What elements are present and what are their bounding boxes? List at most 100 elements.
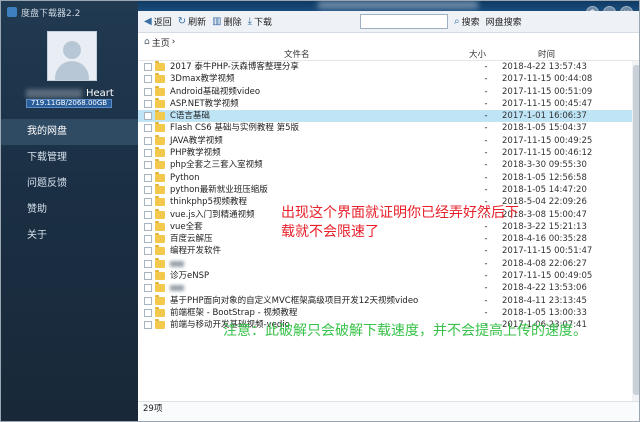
item-count: 29项 xyxy=(143,404,163,414)
table-row[interactable]: PHP教学视频 - 2017-11-15 00:46:12 xyxy=(138,147,639,159)
file-name: Android基础视频video xyxy=(170,86,261,97)
table-row[interactable]: python最新就业班压缩版 - 2018-1-05 14:47:20 xyxy=(138,183,639,196)
row-checkbox[interactable] xyxy=(144,63,152,71)
folder-icon xyxy=(155,183,165,194)
sidebar-item-about[interactable]: 关于 xyxy=(1,223,138,249)
row-checkbox[interactable] xyxy=(144,235,152,244)
column-name[interactable]: 文件名 xyxy=(284,49,310,61)
table-row[interactable]: 诊万eNSP - 2017-11-15 00:49:05 xyxy=(138,270,639,282)
table-row[interactable]: - 2018-4-22 13:53:06 xyxy=(138,282,639,294)
file-time: 2017-1-01 16:06:37 xyxy=(502,111,587,122)
folder-icon xyxy=(155,85,165,96)
folder-icon xyxy=(155,208,165,219)
avatar-body-icon xyxy=(55,61,89,80)
search-input[interactable] xyxy=(360,14,449,29)
username-redacted xyxy=(26,88,82,98)
file-size: - xyxy=(484,246,488,257)
row-checkbox[interactable] xyxy=(144,321,152,330)
row-checkbox[interactable] xyxy=(144,284,152,293)
scrollbar[interactable] xyxy=(632,61,639,401)
sidebar-item-my-netdisk[interactable]: 我的网盘 xyxy=(1,119,138,145)
table-row[interactable]: 基于PHP面向对象的自定义MVC框架高级项目开发12天视频video - 2018-… xyxy=(138,294,639,307)
file-name: JAVA教学视频 xyxy=(170,135,223,146)
file-name: Flash CS6 基础与实例教程 第5版 xyxy=(170,123,300,134)
file-time: 2018-1-05 15:04:37 xyxy=(502,123,587,134)
row-checkbox[interactable] xyxy=(144,75,152,84)
home-icon: ⌂ xyxy=(144,37,150,47)
row-checkbox[interactable] xyxy=(144,112,152,121)
column-size[interactable]: 大小 xyxy=(469,49,486,61)
delete-label: 删除 xyxy=(223,18,242,28)
sidebar-item-download-manager[interactable]: 下载管理 xyxy=(1,145,138,171)
table-row[interactable]: C语言基础 - 2017-1-01 16:06:37 xyxy=(138,110,639,123)
scrollbar-thumb[interactable] xyxy=(633,65,639,395)
table-row[interactable]: 编程开发软件 - 2017-11-15 00:51:47 xyxy=(138,245,639,257)
sidebar-item-feedback[interactable]: 问题反馈 xyxy=(1,171,138,197)
file-name: ASP.NET教学视频 xyxy=(170,98,239,109)
row-checkbox[interactable] xyxy=(144,161,152,170)
row-checkbox[interactable] xyxy=(144,296,152,305)
file-list: 2017 泰牛PHP-沃森博客整理分享 -2018-4-22 13:57:43 3D… xyxy=(138,61,639,332)
sidebar: 度盘下载器2.2 Heart 719.11GB/2068.00GB 我的网盘 下… xyxy=(1,1,138,421)
row-checkbox[interactable] xyxy=(144,136,152,145)
refresh-icon: ↻ xyxy=(177,16,187,27)
file-name: python最新就业班压缩版 xyxy=(170,184,268,195)
folder-icon xyxy=(155,122,165,133)
table-row[interactable]: 2017 泰牛PHP-沃森博客整理分享 - 2018-4-22 13:57:43 xyxy=(138,61,639,73)
row-checkbox[interactable] xyxy=(144,210,152,219)
row-checkbox[interactable] xyxy=(144,222,152,231)
table-row[interactable]: ASP.NET教学视频 - 2017-11-15 00:45:47 xyxy=(138,97,639,110)
table-row[interactable]: - 2018-4-08 22:06:27 xyxy=(138,257,639,270)
netdisk-search-button[interactable]: 网盘搜索 xyxy=(486,15,522,28)
download-button[interactable]: ⤓ 下载 xyxy=(248,15,272,28)
file-name: vue全套 xyxy=(170,221,203,232)
file-size: - xyxy=(484,160,488,171)
search-button[interactable]: ⌕ 搜索 xyxy=(454,15,480,28)
table-row[interactable]: Python - 2018-1-05 12:56:58 xyxy=(138,171,639,184)
row-checkbox[interactable] xyxy=(144,124,152,133)
row-checkbox[interactable] xyxy=(144,173,152,182)
file-time: 2017-11-15 00:44:08 xyxy=(502,74,593,85)
column-time[interactable]: 时间 xyxy=(538,49,555,61)
file-size: - xyxy=(484,258,488,269)
folder-icon xyxy=(155,110,165,121)
back-button[interactable]: ◀ 返回 xyxy=(144,15,172,28)
file-time: 2018-1-05 12:56:58 xyxy=(502,172,587,183)
folder-icon xyxy=(155,282,165,293)
file-name: Python xyxy=(170,172,200,183)
folder-icon xyxy=(155,196,165,207)
row-checkbox[interactable] xyxy=(144,198,152,207)
table-row[interactable]: 3Dmax教学视频 - 2017-11-15 00:44:08 xyxy=(138,73,639,85)
table-row[interactable]: JAVA教学视频 - 2017-11-15 00:49:25 xyxy=(138,134,639,147)
file-time: 2018-4-08 22:06:27 xyxy=(502,258,587,269)
file-name xyxy=(170,260,184,267)
table-row[interactable]: 前端框架 - BootStrap - 视频教程 - 2018-1-05 13:00:… xyxy=(138,306,639,319)
table-row[interactable]: Flash CS6 基础与实例教程 第5版 - 2018-1-05 15:04:37 xyxy=(138,122,639,134)
row-checkbox[interactable] xyxy=(144,272,152,281)
file-time: 2017-11-15 00:51:47 xyxy=(502,246,593,257)
breadcrumb-home[interactable]: 主页 xyxy=(152,36,170,49)
table-row[interactable]: Android基础视频video - 2017-11-15 00:51:09 xyxy=(138,85,639,98)
file-name xyxy=(170,285,184,292)
row-checkbox[interactable] xyxy=(144,149,152,158)
refresh-button[interactable]: ↻ 刷新 xyxy=(178,15,206,28)
delete-button[interactable]: ▥ 删除 xyxy=(212,15,241,28)
back-label: 返回 xyxy=(153,18,172,28)
row-checkbox[interactable] xyxy=(144,308,152,317)
row-checkbox[interactable] xyxy=(144,259,152,268)
row-checkbox[interactable] xyxy=(144,185,152,194)
download-icon: ⤓ xyxy=(247,16,253,27)
sidebar-item-sponsor[interactable]: 赞助 xyxy=(1,197,138,223)
row-checkbox[interactable] xyxy=(144,247,152,256)
file-name: thinkphp5视频教程 xyxy=(170,197,247,208)
row-checkbox[interactable] xyxy=(144,87,152,96)
file-size: - xyxy=(484,111,488,122)
avatar[interactable] xyxy=(47,31,97,81)
table-row[interactable]: php全套之三套入室视频 - 2018-3-30 09:55:30 xyxy=(138,159,639,171)
row-checkbox[interactable] xyxy=(144,99,152,108)
file-time: 2018-4-22 13:57:43 xyxy=(502,62,587,72)
folder-icon xyxy=(155,73,165,84)
folder-icon xyxy=(155,147,165,158)
folder-icon xyxy=(155,134,165,145)
username-suffix: Heart xyxy=(86,87,114,99)
